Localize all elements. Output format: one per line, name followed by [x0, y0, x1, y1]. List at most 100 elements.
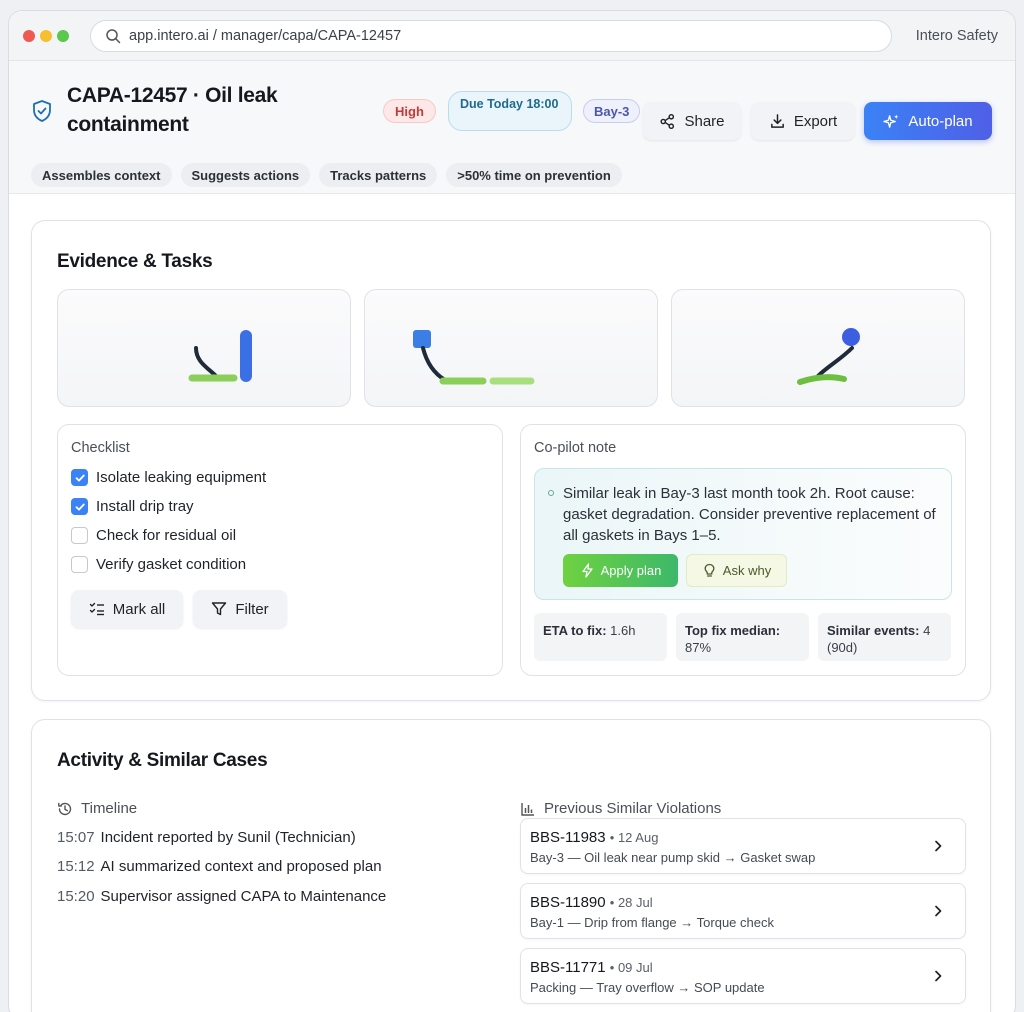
- evidence-tasks-title: Evidence & Tasks: [57, 251, 213, 272]
- case-date: • 28 Jul: [609, 895, 653, 910]
- timeline-time: 15:12: [57, 858, 95, 875]
- checklist-item-label: Install drip tray: [96, 498, 194, 515]
- activity-card: Activity & Similar Cases Timeline 15:07 I…: [31, 719, 991, 1012]
- timeline-time: 15:07: [57, 829, 95, 846]
- case-date: • 09 Jul: [609, 960, 653, 975]
- checkbox-unchecked[interactable]: [71, 556, 88, 573]
- filter-label: Filter: [235, 600, 269, 618]
- timeline-label: Timeline: [81, 800, 138, 817]
- case-description: Bay-3 — Oil leak near pump skid → Gasket…: [530, 850, 816, 865]
- checklist-item[interactable]: Check for residual oil: [71, 527, 236, 544]
- check-icon: [75, 503, 85, 510]
- timeline-entry: 15:12 AI summarized context and proposed …: [57, 858, 382, 875]
- ask-why-label: Ask why: [722, 563, 772, 578]
- stat-top-fix-label: Top fix median:: [685, 623, 781, 638]
- checklist-item-label: Check for residual oil: [96, 527, 237, 544]
- mark-all-label: Mark all: [112, 600, 166, 618]
- stat-eta-value: 1.6h: [610, 623, 636, 638]
- export-button[interactable]: Export: [751, 102, 855, 140]
- maximize-window-button[interactable]: [57, 30, 69, 42]
- checklist-item[interactable]: Verify gasket condition: [71, 556, 246, 573]
- close-window-button[interactable]: [23, 30, 35, 42]
- stat-eta-label: ETA to fix:: [543, 623, 607, 638]
- case-description: Bay-1 — Drip from flange → Torque check: [530, 915, 774, 930]
- share-icon: [660, 113, 675, 129]
- capa-header: CAPA-12457 · Oil leak containment High D…: [9, 61, 1015, 194]
- case-date: • 12 Aug: [609, 830, 659, 845]
- stat-top-fix: Top fix median: 87%: [676, 613, 809, 661]
- due-badge: Due Today 18:00: [448, 91, 572, 131]
- list-check-icon: [89, 602, 104, 616]
- note-bullet-icon: [548, 490, 554, 496]
- timeline-text: Supervisor assigned CAPA to Maintenance: [100, 888, 387, 905]
- copilot-panel: Co-pilot note Similar leak in Bay-3 last…: [520, 424, 966, 676]
- priority-badge: High: [383, 99, 436, 123]
- stat-top-fix-value: 87%: [685, 640, 712, 655]
- check-icon: [75, 474, 85, 481]
- url-text: app.intero.ai / manager/capa/CAPA-12457: [129, 28, 402, 44]
- chevron-right-icon[interactable]: [931, 904, 945, 918]
- location-badge: Bay-3: [583, 99, 641, 123]
- chip-tracks-patterns: Tracks patterns: [319, 163, 438, 187]
- export-label: Export: [793, 112, 838, 130]
- stat-eta: ETA to fix: 1.6h: [534, 613, 667, 661]
- timeline-text: AI summarized context and proposed plan: [100, 858, 382, 875]
- bar-chart-icon: [521, 802, 534, 816]
- chevron-right-icon[interactable]: [931, 969, 945, 983]
- address-bar[interactable]: app.intero.ai / manager/capa/CAPA-12457: [90, 20, 892, 52]
- similar-case-row[interactable]: BBS-11983 • 12 Aug Bay-3 — Oil leak near…: [520, 818, 966, 874]
- case-id: BBS-11890: [530, 894, 606, 911]
- activity-title: Activity & Similar Cases: [57, 750, 268, 771]
- auto-plan-button[interactable]: Auto-plan: [864, 102, 992, 140]
- brand-name: Intero Safety: [915, 28, 998, 44]
- share-label: Share: [684, 112, 725, 130]
- history-icon: [58, 802, 72, 815]
- similar-heading: Previous Similar Violations: [520, 800, 721, 817]
- evidence-image-3[interactable]: [671, 289, 965, 407]
- timeline-heading: Timeline: [57, 800, 137, 817]
- share-button[interactable]: Share: [643, 102, 741, 140]
- apply-plan-label: Apply plan: [600, 563, 662, 578]
- chip-assembles-context: Assembles context: [31, 163, 172, 187]
- evidence-image-2[interactable]: [364, 289, 658, 407]
- evidence-image-1[interactable]: [57, 289, 351, 407]
- search-icon: [106, 29, 121, 44]
- checklist-item-label: Isolate leaking equipment: [96, 469, 267, 486]
- auto-plan-label: Auto-plan: [908, 112, 973, 130]
- checkbox-checked[interactable]: [71, 498, 88, 515]
- stat-similar-events: Similar events: 4 (90d): [818, 613, 951, 661]
- checklist-item[interactable]: Install drip tray: [71, 498, 194, 515]
- similar-label: Previous Similar Violations: [544, 800, 722, 817]
- ask-why-button[interactable]: Ask why: [686, 554, 787, 587]
- page-title: CAPA-12457 · Oil leak containment: [67, 84, 278, 136]
- similar-case-row[interactable]: BBS-11771 • 09 Jul Packing — Tray overfl…: [520, 948, 966, 1004]
- checkbox-checked[interactable]: [71, 469, 88, 486]
- browser-window: app.intero.ai / manager/capa/CAPA-12457 …: [8, 10, 1016, 1012]
- checklist-panel: Checklist Isolate leaking equipment Inst…: [57, 424, 503, 676]
- browser-titlebar: app.intero.ai / manager/capa/CAPA-12457 …: [9, 11, 1015, 61]
- case-id: BBS-11983: [530, 829, 606, 846]
- lightning-icon: [581, 563, 593, 578]
- lightbulb-icon: [704, 563, 715, 577]
- filter-button[interactable]: Filter: [193, 590, 287, 628]
- checklist-item[interactable]: Isolate leaking equipment: [71, 469, 266, 486]
- chevron-right-icon[interactable]: [931, 839, 945, 853]
- sparkles-icon: [883, 113, 899, 128]
- timeline-entry: 15:20 Supervisor assigned CAPA to Mainten…: [57, 888, 386, 905]
- stat-similar-label: Similar events:: [827, 623, 920, 638]
- timeline-time: 15:20: [57, 888, 95, 905]
- evidence-tasks-card: Evidence & Tasks Checklist Isolate leaki…: [31, 220, 991, 701]
- similar-case-row[interactable]: BBS-11890 • 28 Jul Bay-1 — Drip from fla…: [520, 883, 966, 939]
- checklist-label: Checklist: [71, 440, 130, 456]
- checklist-item-label: Verify gasket condition: [96, 556, 247, 573]
- checkbox-unchecked[interactable]: [71, 527, 88, 544]
- chip-suggests-actions: Suggests actions: [180, 163, 311, 187]
- filter-icon: [212, 602, 227, 616]
- timeline-entry: 15:07 Incident reported by Sunil (Technic…: [57, 829, 356, 846]
- mark-all-button[interactable]: Mark all: [71, 590, 183, 628]
- copilot-note-box: Similar leak in Bay-3 last month took 2h…: [534, 468, 952, 600]
- minimize-window-button[interactable]: [40, 30, 52, 42]
- timeline-text: Incident reported by Sunil (Technician): [100, 829, 356, 846]
- apply-plan-button[interactable]: Apply plan: [563, 554, 678, 587]
- copilot-label: Co-pilot note: [534, 440, 617, 456]
